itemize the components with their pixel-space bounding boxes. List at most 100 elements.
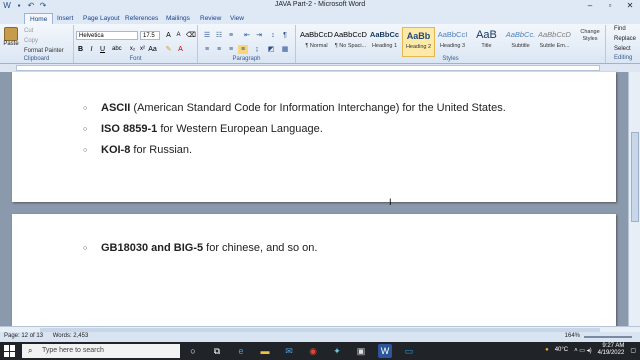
- document-area: ○ ASCII (American Standard Code for Info…: [0, 72, 640, 326]
- show-marks-icon[interactable]: ¶: [280, 31, 290, 40]
- font-color-icon[interactable]: A: [176, 45, 185, 54]
- taskbar: ⌕ Type here to search ○ ⧉ e ▬ ✉ ◉ ✦ ▣ W …: [0, 342, 640, 360]
- find-button[interactable]: Find: [614, 26, 626, 32]
- temperature[interactable]: 40°C: [555, 347, 568, 353]
- align-right-icon[interactable]: ≡: [226, 45, 236, 54]
- style-title[interactable]: AaB Title: [470, 27, 503, 57]
- styles-group: AaBbCcDc ¶ Normal AaBbCcDc ¶ No Spaci...…: [296, 25, 606, 63]
- font-group: Helvetica 17.5 A A ⌫ B I U abc x₂ x² Aa …: [74, 25, 198, 63]
- line-spacing-icon[interactable]: ↨: [252, 45, 262, 54]
- highlight-icon[interactable]: ✎: [164, 45, 173, 54]
- tab-references[interactable]: References: [120, 13, 163, 24]
- cortana-icon[interactable]: ○: [186, 344, 200, 358]
- task-view-icon[interactable]: ⧉: [210, 344, 224, 358]
- shrink-font-button[interactable]: A: [174, 31, 183, 40]
- replace-button[interactable]: Replace: [614, 36, 636, 42]
- style-heading-3[interactable]: AaBbCcI Heading 3: [436, 27, 469, 57]
- underline-button[interactable]: U: [98, 45, 107, 54]
- clipboard-group-label: Clipboard: [23, 56, 50, 62]
- style-no-spacing[interactable]: AaBbCcDc ¶ No Spaci...: [334, 27, 367, 57]
- ribbon-tabs: Home Insert Page Layout References Maili…: [0, 12, 640, 24]
- bullet-icon: ○: [83, 104, 88, 112]
- zoom-slider[interactable]: [584, 336, 632, 338]
- strikethrough-button[interactable]: abc: [112, 45, 122, 54]
- zoom-level[interactable]: 164%: [565, 333, 580, 339]
- search-placeholder: Type here to search: [42, 347, 104, 354]
- tray-icons[interactable]: ˄ ▭ ◂): [574, 347, 592, 354]
- change-case-button[interactable]: Aa: [148, 45, 157, 54]
- font-size-field[interactable]: 17.5: [140, 31, 160, 40]
- bold-button[interactable]: B: [76, 45, 85, 54]
- style-heading-1[interactable]: AaBbCc Heading 1: [368, 27, 401, 57]
- maximize-button[interactable]: ▫: [600, 0, 620, 12]
- clock[interactable]: 9:27 AM 4/19/2022: [598, 343, 625, 357]
- mail-icon[interactable]: ✉: [282, 344, 296, 358]
- page[interactable]: ○ ASCII (American Standard Code for Info…: [12, 72, 616, 202]
- style-normal[interactable]: AaBbCcDc ¶ Normal: [300, 27, 333, 57]
- justify-icon[interactable]: ≡: [238, 45, 248, 54]
- tab-home[interactable]: Home: [24, 13, 54, 24]
- paste-button[interactable]: Paste: [3, 27, 19, 51]
- numbering-icon[interactable]: ☷: [214, 31, 224, 40]
- windows-start-icon[interactable]: [4, 345, 16, 357]
- align-center-icon[interactable]: ≡: [214, 45, 224, 54]
- change-styles-button[interactable]: Change Styles: [576, 29, 604, 53]
- list-item-bold: ASCII: [101, 102, 131, 114]
- paragraph-group-label: Paragraph: [232, 56, 261, 62]
- notifications-icon[interactable]: ▢: [630, 347, 636, 354]
- list-item-bold: KOI-8: [101, 144, 131, 156]
- page[interactable]: ○ GB18030 and BIG-5 for chinese, and so …: [12, 214, 616, 326]
- style-subtle-emphasis[interactable]: AaBbCcDc Subtle Em...: [538, 27, 571, 57]
- cut-button[interactable]: Cut: [24, 27, 33, 36]
- bullets-icon[interactable]: ☰: [202, 31, 212, 40]
- tab-review[interactable]: Review: [195, 13, 226, 24]
- select-button[interactable]: Select: [614, 46, 631, 52]
- word-count[interactable]: Words: 2,453: [53, 333, 89, 339]
- tab-view[interactable]: View: [225, 13, 249, 24]
- subscript-button[interactable]: x₂: [128, 45, 137, 54]
- close-button[interactable]: ✕: [620, 0, 640, 12]
- taskbar-search[interactable]: ⌕ Type here to search: [22, 344, 180, 358]
- style-sample: AaBb: [406, 31, 431, 41]
- italic-button[interactable]: I: [87, 45, 96, 54]
- file-explorer-icon[interactable]: ▬: [258, 344, 272, 358]
- grow-font-button[interactable]: A: [164, 31, 173, 40]
- borders-icon[interactable]: ▦: [280, 45, 290, 54]
- ribbon: Paste Cut Copy Format Painter Clipboard …: [0, 24, 640, 64]
- vertical-scrollbar[interactable]: [628, 72, 640, 326]
- clock-time: 9:27 AM: [602, 343, 625, 349]
- tab-mailings[interactable]: Mailings: [161, 13, 195, 24]
- list-item: ○ GB18030 and BIG-5 for chinese, and so …: [83, 242, 317, 254]
- ruler: [0, 64, 640, 72]
- zoom-app-icon[interactable]: ▭: [402, 344, 416, 358]
- mouse-cursor-icon: I: [389, 197, 392, 207]
- styles-group-label: Styles: [442, 56, 459, 62]
- app-icon[interactable]: ▣: [354, 344, 368, 358]
- style-subtitle[interactable]: AaBbCc. Subtitle: [504, 27, 537, 57]
- word-taskbar-icon[interactable]: W: [378, 344, 392, 358]
- font-name-field[interactable]: Helvetica: [76, 31, 138, 40]
- style-sample: AaB: [476, 29, 497, 41]
- scroll-thumb[interactable]: [631, 132, 639, 222]
- clear-format-icon[interactable]: ⌫: [186, 31, 196, 40]
- shading-icon[interactable]: ◩: [266, 45, 276, 54]
- edge-icon[interactable]: e: [234, 344, 248, 358]
- tab-insert[interactable]: Insert: [52, 13, 78, 24]
- decrease-indent-icon[interactable]: ⇤: [242, 31, 252, 40]
- status-bar: Page: 12 of 13 Words: 2,453 164%: [0, 332, 640, 342]
- tab-page-layout[interactable]: Page Layout: [78, 13, 125, 24]
- page-count[interactable]: Page: 12 of 13: [4, 333, 43, 339]
- sort-icon[interactable]: ↕: [268, 31, 278, 40]
- minimize-button[interactable]: –: [580, 0, 600, 12]
- multilevel-list-icon[interactable]: ≡: [226, 31, 236, 40]
- ruler-track[interactable]: [16, 65, 600, 71]
- style-name: ¶ No Spaci...: [334, 43, 367, 49]
- superscript-button[interactable]: x²: [138, 45, 147, 54]
- style-heading-2[interactable]: AaBb Heading 2: [402, 27, 435, 57]
- copy-button[interactable]: Copy: [24, 37, 38, 46]
- app-icon[interactable]: ✦: [330, 344, 344, 358]
- align-left-icon[interactable]: ≡: [202, 45, 212, 54]
- chrome-icon[interactable]: ◉: [306, 344, 320, 358]
- increase-indent-icon[interactable]: ⇥: [254, 31, 264, 40]
- weather-icon[interactable]: ●: [545, 347, 549, 353]
